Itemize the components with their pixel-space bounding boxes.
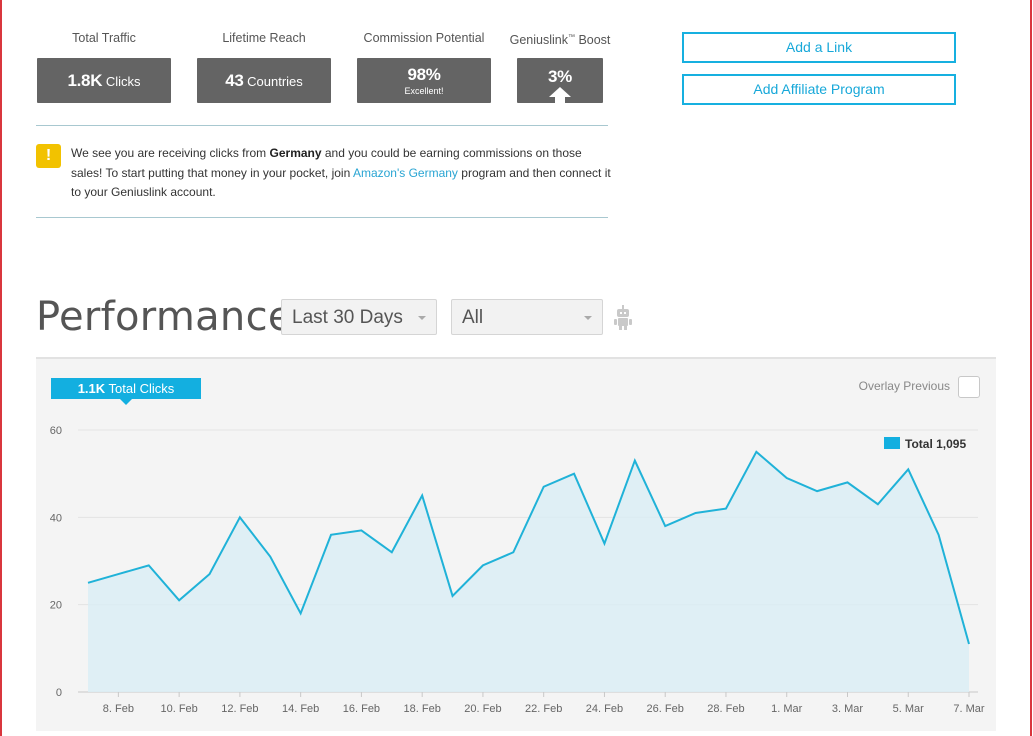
x-tick-label: 7. Mar	[953, 703, 985, 715]
x-tick-label: 24. Feb	[586, 703, 623, 715]
x-tick-label: 12. Feb	[221, 703, 258, 715]
legend-label: Total 1,095	[905, 437, 966, 451]
x-tick-label: 26. Feb	[647, 703, 684, 715]
performance-chart: 0 20 40 60 8. Feb 10. Feb 12. Feb 14. Feb 16. Fe…	[50, 425, 985, 715]
y-tick-label: 40	[50, 512, 62, 524]
y-tick-label: 20	[50, 600, 62, 612]
x-tick-label: 14. Feb	[282, 703, 319, 715]
x-tick-label: 28. Feb	[707, 703, 744, 715]
series-area	[88, 451, 969, 692]
y-tick-label: 60	[50, 425, 62, 437]
x-tick-label: 22. Feb	[525, 703, 562, 715]
x-tick-label: 3. Mar	[832, 703, 864, 715]
x-tick-label: 20. Feb	[464, 703, 501, 715]
x-tick-label: 16. Feb	[343, 703, 380, 715]
y-tick-label: 0	[56, 687, 62, 699]
x-tick-label: 1. Mar	[771, 703, 803, 715]
legend-swatch	[884, 437, 900, 449]
x-tick-label: 10. Feb	[160, 703, 197, 715]
x-tick-label: 8. Feb	[103, 703, 134, 715]
x-tick-label: 5. Mar	[893, 703, 925, 715]
x-tick-label: 18. Feb	[404, 703, 441, 715]
